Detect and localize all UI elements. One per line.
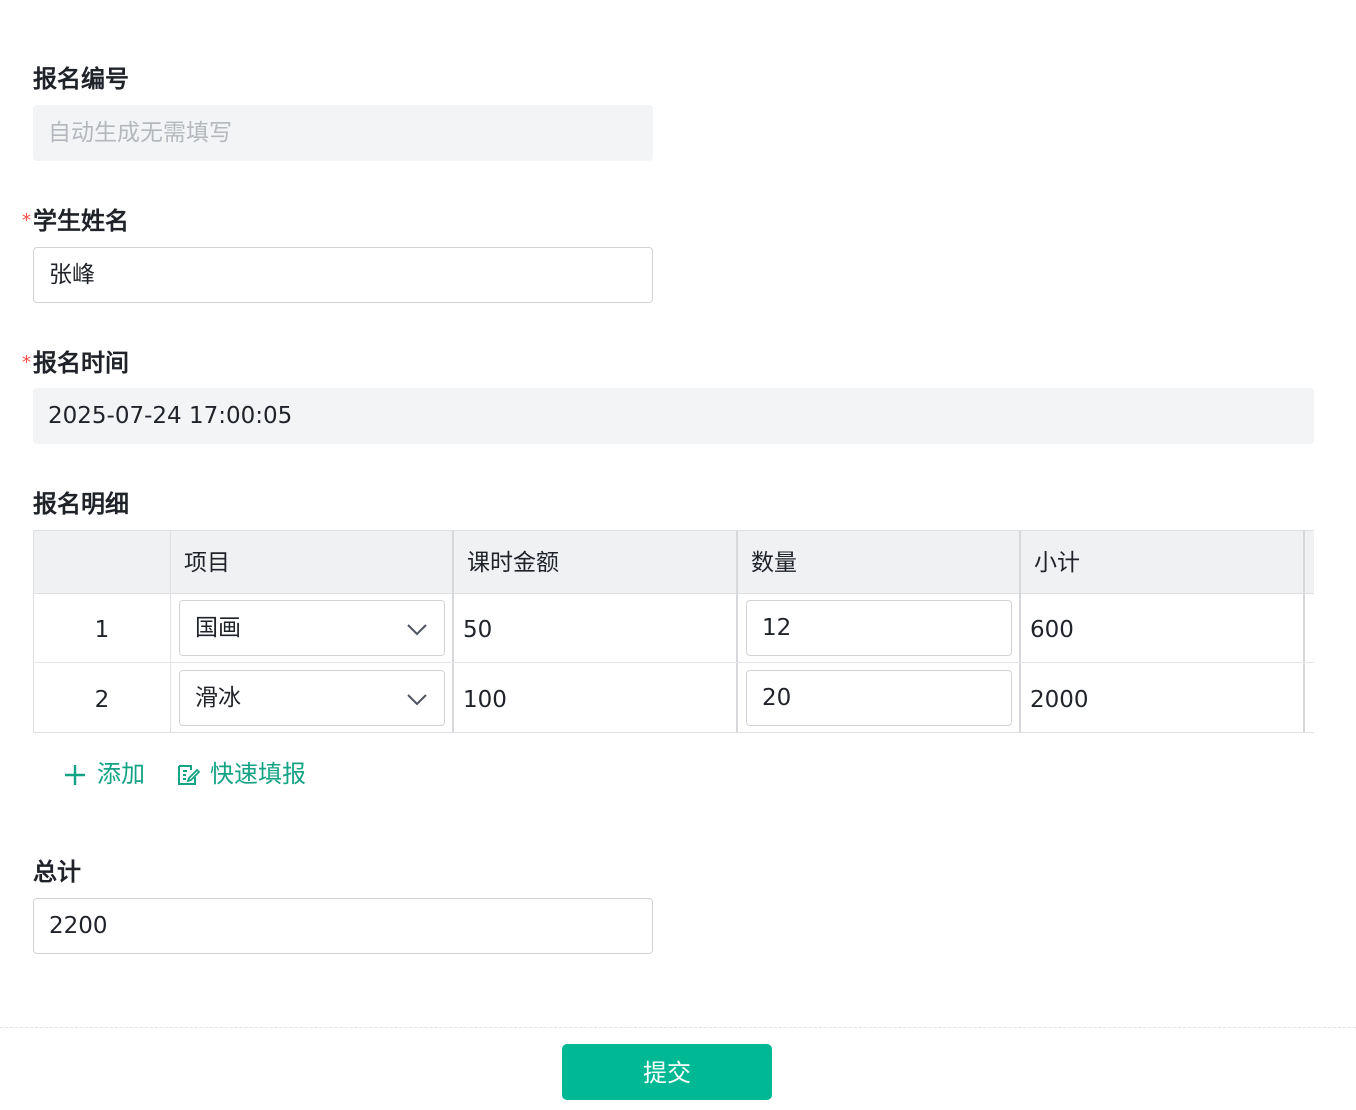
column-header-quantity: 数量 xyxy=(751,550,797,576)
item-select[interactable]: 滑冰 xyxy=(179,670,445,726)
registration-form: 报名编号 自动生成无需填写 * 学生姓名 张峰 * 报名时间 2025-07-2… xyxy=(0,0,1356,1110)
details-label: 报名明细 xyxy=(33,490,129,518)
table-header: 项目 课时金额 数量 小计 xyxy=(34,531,1314,594)
add-row-button[interactable]: 添加 xyxy=(63,758,153,790)
submit-button[interactable]: 提交 xyxy=(562,1044,772,1100)
chevron-down-icon xyxy=(407,624,427,636)
details-table: 项目 课时金额 数量 小计 1 国画 50 12 600 2 滑冰 100 20… xyxy=(33,530,1314,733)
registration-time-input: 2025-07-24 17:00:05 xyxy=(33,388,1314,444)
column-divider xyxy=(1303,531,1305,732)
quantity-input[interactable]: 12 xyxy=(746,600,1012,656)
column-divider xyxy=(736,531,738,732)
column-divider xyxy=(170,531,171,732)
column-header-item: 项目 xyxy=(184,550,230,576)
row-index: 2 xyxy=(94,687,110,713)
column-header-price: 课时金额 xyxy=(467,550,559,576)
price-cell: 50 xyxy=(463,617,493,643)
column-divider xyxy=(1019,531,1021,732)
subtotal-cell: 2000 xyxy=(1030,687,1089,713)
edit-form-icon xyxy=(178,765,200,785)
chevron-down-icon xyxy=(407,694,427,706)
item-select-value: 滑冰 xyxy=(195,685,241,711)
footer-divider xyxy=(0,1027,1356,1028)
required-mark: * xyxy=(22,210,31,231)
column-divider xyxy=(452,531,454,732)
price-cell: 100 xyxy=(463,687,507,713)
total-label: 总计 xyxy=(33,858,81,886)
item-select[interactable]: 国画 xyxy=(179,600,445,656)
student-name-input[interactable]: 张峰 xyxy=(33,247,653,303)
quick-fill-label: 快速填报 xyxy=(210,760,306,788)
quantity-input[interactable]: 20 xyxy=(746,670,1012,726)
item-select-value: 国画 xyxy=(195,615,241,641)
total-input[interactable]: 2200 xyxy=(33,898,653,954)
column-header-index xyxy=(34,531,170,593)
column-header-subtotal: 小计 xyxy=(1034,550,1080,576)
registration-no-label: 报名编号 xyxy=(33,65,129,93)
subtotal-cell: 600 xyxy=(1030,617,1074,643)
row-index: 1 xyxy=(94,617,110,643)
row-divider xyxy=(34,662,1314,663)
registration-time-label: 报名时间 xyxy=(33,349,129,377)
add-row-label: 添加 xyxy=(97,760,145,788)
quick-fill-button[interactable]: 快速填报 xyxy=(176,758,316,790)
plus-icon xyxy=(65,765,85,785)
student-name-label: 学生姓名 xyxy=(33,207,129,235)
registration-no-input: 自动生成无需填写 xyxy=(33,105,653,161)
required-mark: * xyxy=(22,352,31,373)
